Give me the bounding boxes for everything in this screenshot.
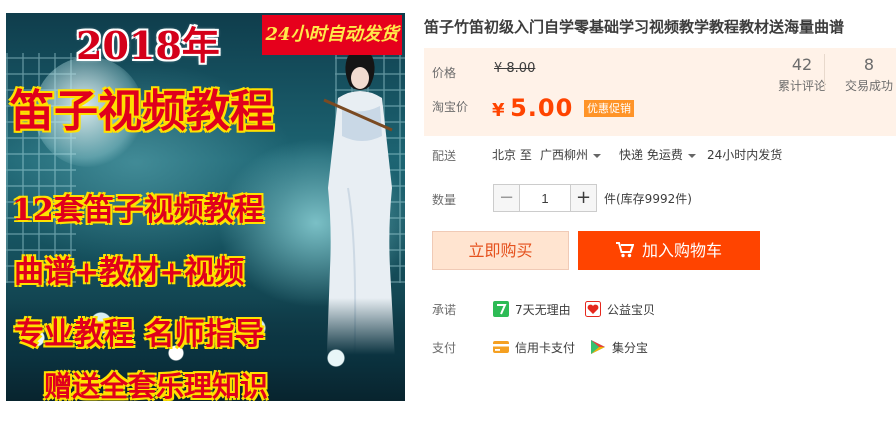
buy-now-button[interactable]: 立即购买 (432, 231, 569, 270)
product-main-image[interactable]: 2018年 24小时自动发货 笛子视频教程 12套笛子视频教程 曲谱+教材+视频… (6, 13, 405, 401)
dispatch-time: 24小时内发货 (707, 148, 783, 162)
quantity-decrease-button[interactable]: − (494, 185, 520, 211)
jifenbao-icon (591, 340, 605, 354)
price-label: 价格 (432, 66, 457, 80)
payment-jifenbao[interactable]: 集分宝 (590, 338, 648, 356)
sale-price: ¥ 5.00 (492, 94, 573, 122)
payment-credit-card-label: 信用卡支付 (515, 340, 576, 355)
image-line-sets: 12套笛子视频教程 (12, 193, 264, 228)
image-line-gift: 赠送全套乐理知识 (44, 370, 269, 401)
reviews-count: 42 (791, 55, 813, 74)
add-to-cart-label: 加入购物车 (641, 241, 722, 260)
promo-tag[interactable]: 优惠促销 (584, 100, 634, 117)
shipping-method-select[interactable]: 快递 免运费 (619, 146, 696, 163)
shipping-destination: 广西柳州 (540, 148, 589, 162)
shipping-from: 北京 至 (492, 148, 532, 162)
original-price: ¥ 8.00 (494, 61, 536, 76)
sold-stat: 8 交易成功 (842, 56, 896, 94)
quantity-stepper: − + (493, 184, 597, 212)
shipping-label: 配送 (432, 149, 457, 163)
currency-symbol: ¥ (492, 100, 505, 121)
product-title: 笛子竹笛初级入门自学零基础学习视频教学教程教材送海量曲谱 (424, 19, 845, 36)
quantity-increase-button[interactable]: + (570, 185, 596, 211)
stock-text: 件(库存9992件) (604, 192, 692, 206)
promise-seven-day[interactable]: 7天无理由 (493, 300, 571, 318)
image-shipping-badge: 24小时自动发货 (262, 15, 402, 55)
chevron-down-icon (593, 153, 602, 158)
payment-label: 支付 (432, 341, 457, 355)
payment-credit-card[interactable]: 信用卡支付 (493, 338, 575, 356)
shopping-cart-icon (615, 242, 634, 258)
credit-card-icon (493, 341, 509, 353)
image-main-heading: 笛子视频教程 (10, 86, 274, 137)
payment-jifenbao-label: 集分宝 (612, 340, 649, 355)
add-to-cart-button[interactable]: 加入购物车 (578, 231, 760, 270)
promise-label: 承诺 (432, 303, 457, 317)
price-panel: 价格 ¥ 8.00 淘宝价 ¥ 5.00 优惠促销 42 累计评论 8 交易成功 (424, 48, 896, 136)
image-line-professional: 专业教程 名师指导 (14, 317, 265, 352)
sale-price-value: 5.00 (510, 94, 574, 122)
taobao-price-label: 淘宝价 (432, 100, 469, 114)
shipping-destination-select[interactable]: 广西柳州 (540, 146, 602, 163)
promise-charity-label: 公益宝贝 (607, 302, 656, 317)
reviews-label: 累计评论 (777, 79, 826, 93)
shipping-method: 快递 免运费 (619, 148, 683, 162)
seven-day-return-icon (493, 301, 509, 317)
sold-count: 8 (863, 55, 875, 74)
image-line-materials: 曲谱+教材+视频 (14, 255, 245, 290)
quantity-input[interactable] (520, 185, 570, 211)
promise-charity[interactable]: 公益宝贝 (585, 300, 655, 318)
promise-seven-day-label: 7天无理由 (515, 302, 571, 317)
charity-heart-icon (585, 301, 601, 317)
sold-label: 交易成功 (844, 79, 893, 93)
quantity-label: 数量 (432, 193, 457, 207)
image-year-text: 2018年 (76, 23, 220, 68)
chevron-down-icon (687, 153, 696, 158)
reviews-stat[interactable]: 42 累计评论 (776, 56, 828, 94)
stats-divider (824, 54, 825, 90)
